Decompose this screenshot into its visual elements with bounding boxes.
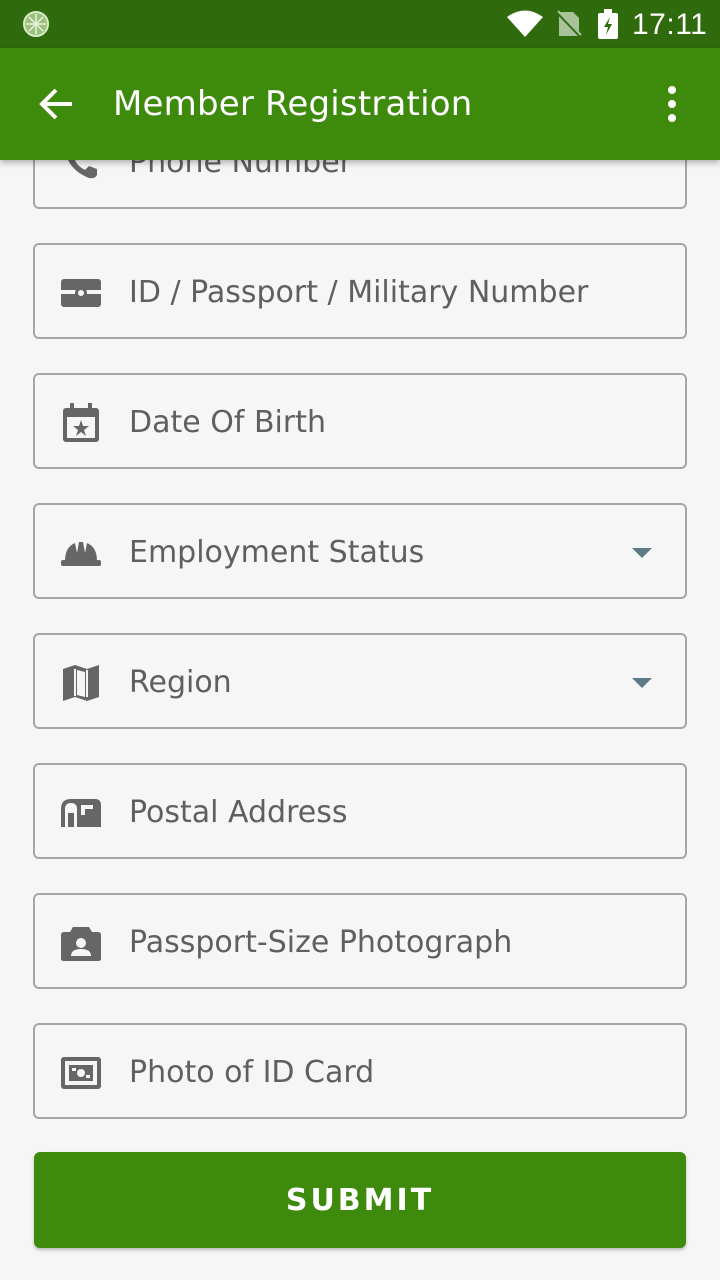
- chevron-down-icon: [632, 548, 652, 558]
- camera-icon: [61, 927, 101, 961]
- id-card-photo-label: Photo of ID Card: [129, 1055, 375, 1090]
- back-button[interactable]: [24, 70, 88, 138]
- passport-photo-field[interactable]: Passport-Size Photograph: [33, 893, 687, 989]
- id-number-label: ID / Passport / Military Number: [129, 275, 589, 310]
- status-time: 17:11: [632, 8, 708, 41]
- date-of-birth-label: Date Of Birth: [129, 405, 326, 440]
- id-card-photo-field[interactable]: Photo of ID Card: [33, 1023, 687, 1119]
- calendar-icon: [63, 403, 99, 442]
- more-vertical-icon: [668, 86, 676, 122]
- postal-address-field[interactable]: Postal Address: [33, 763, 687, 859]
- arrow-left-icon: [39, 88, 72, 120]
- id-number-field[interactable]: ID / Passport / Military Number: [33, 243, 687, 339]
- no-sim-icon: [556, 10, 582, 38]
- picture-card-icon: [61, 1057, 101, 1089]
- employment-status-dropdown[interactable]: Employment Status: [33, 503, 687, 599]
- status-bar: 17:11: [0, 0, 720, 48]
- loading-icon: [23, 11, 49, 37]
- registration-form: Phone Number ID / Passport / Military Nu…: [0, 160, 720, 1280]
- wifi-icon: [507, 10, 543, 37]
- phone-number-label: Phone Number: [129, 160, 352, 180]
- region-dropdown[interactable]: Region: [33, 633, 687, 729]
- hard-hat-icon: [61, 542, 101, 566]
- mailbox-icon: [61, 799, 101, 827]
- phone-number-field[interactable]: Phone Number: [33, 160, 687, 209]
- passport-photo-label: Passport-Size Photograph: [129, 925, 513, 960]
- chevron-down-icon: [632, 678, 652, 688]
- id-card-icon: [61, 279, 101, 307]
- overflow-menu-button[interactable]: [648, 74, 696, 134]
- postal-address-label: Postal Address: [129, 795, 348, 830]
- page-title: Member Registration: [113, 84, 473, 124]
- battery-charging-icon: [598, 9, 618, 39]
- region-label: Region: [129, 665, 232, 700]
- submit-button[interactable]: SUBMIT: [34, 1152, 686, 1248]
- date-of-birth-field[interactable]: Date Of Birth: [33, 373, 687, 469]
- map-icon: [63, 665, 99, 701]
- phone-icon: [68, 160, 97, 179]
- employment-status-label: Employment Status: [129, 535, 425, 570]
- app-bar: Member Registration: [0, 48, 720, 160]
